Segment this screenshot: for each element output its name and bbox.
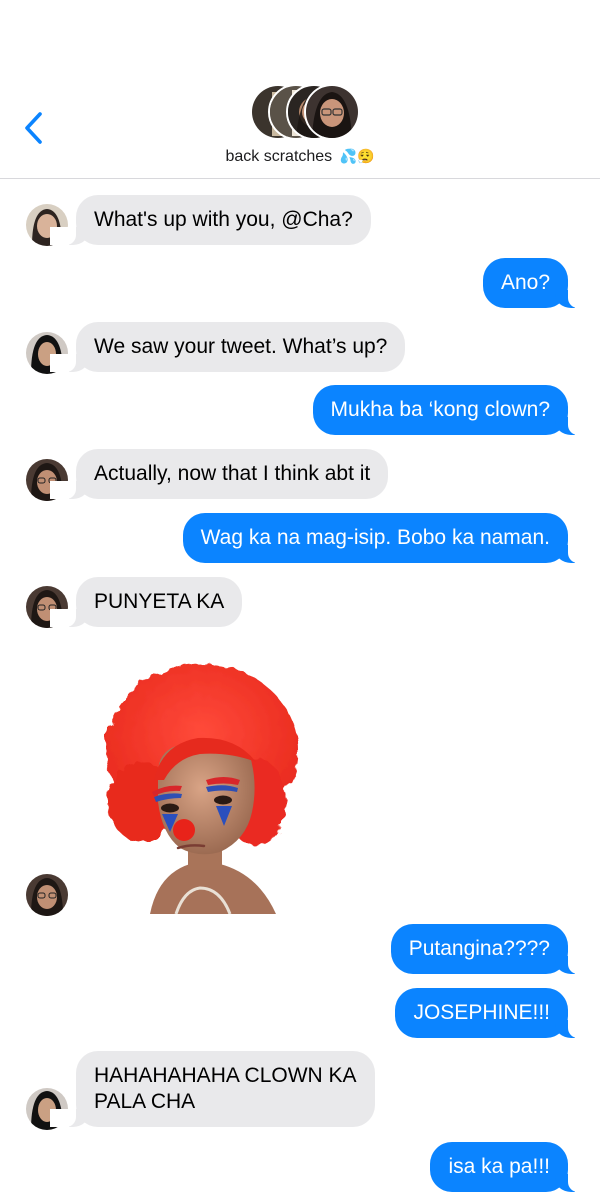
group-avatar-stack[interactable]: [250, 84, 360, 140]
outgoing-message-bubble[interactable]: JOSEPHINE!!!: [395, 988, 594, 1038]
incoming-message-bubble[interactable]: We saw your tweet. What’s up?: [49, 322, 406, 372]
outgoing-message-bubble[interactable]: Putangina????: [390, 924, 595, 974]
outgoing-message-bubble[interactable]: isa ka pa!!!: [430, 1142, 594, 1192]
clown-image-message[interactable]: [80, 652, 350, 914]
incoming-message-bubble[interactable]: HAHAHAHAHA CLOWN KA PALA CHA: [50, 1051, 375, 1127]
sender-avatar[interactable]: [26, 874, 68, 916]
message-text: isa ka pa!!!: [448, 1155, 550, 1178]
incoming-message-bubble[interactable]: PUNYETA KA: [49, 577, 243, 627]
message-text: Actually, now that I think abt it: [94, 462, 371, 485]
incoming-message-bubble[interactable]: Actually, now that I think abt it: [49, 449, 389, 499]
message-text: Mukha ba ‘kong clown?: [330, 398, 550, 421]
message-text: What's up with you, @Cha?: [94, 208, 353, 231]
group-name-text: back scratches: [225, 148, 333, 165]
message-text: PUNYETA KA: [94, 590, 225, 613]
outgoing-message-bubble[interactable]: Ano?: [482, 258, 595, 308]
group-name-label[interactable]: back scratches 💦😮‍💨: [0, 148, 600, 166]
message-text-line: PALA CHA: [94, 1090, 196, 1113]
conversation-header: back scratches 💦😮‍💨: [0, 0, 600, 178]
message-text-line: HAHAHAHAHA CLOWN KA: [94, 1064, 357, 1087]
group-name-emoji: 💦😮‍💨: [339, 148, 375, 164]
message-text: Putangina????: [408, 937, 550, 960]
outgoing-message-bubble[interactable]: Wag ka na mag-isip. Bobo ka naman.: [182, 513, 595, 563]
message-text: Wag ka na mag-isip. Bobo ka naman.: [200, 526, 550, 549]
message-text: We saw your tweet. What’s up?: [94, 335, 388, 358]
message-text: JOSEPHINE!!!: [413, 1001, 550, 1024]
member-avatar: [304, 84, 360, 140]
chevron-left-icon: [25, 112, 42, 144]
message-text: Ano?: [500, 271, 550, 294]
header-divider: [0, 178, 600, 179]
back-button[interactable]: [18, 108, 52, 148]
incoming-message-bubble[interactable]: What's up with you, @Cha?: [50, 195, 371, 245]
outgoing-message-bubble[interactable]: Mukha ba ‘kong clown?: [312, 385, 595, 435]
